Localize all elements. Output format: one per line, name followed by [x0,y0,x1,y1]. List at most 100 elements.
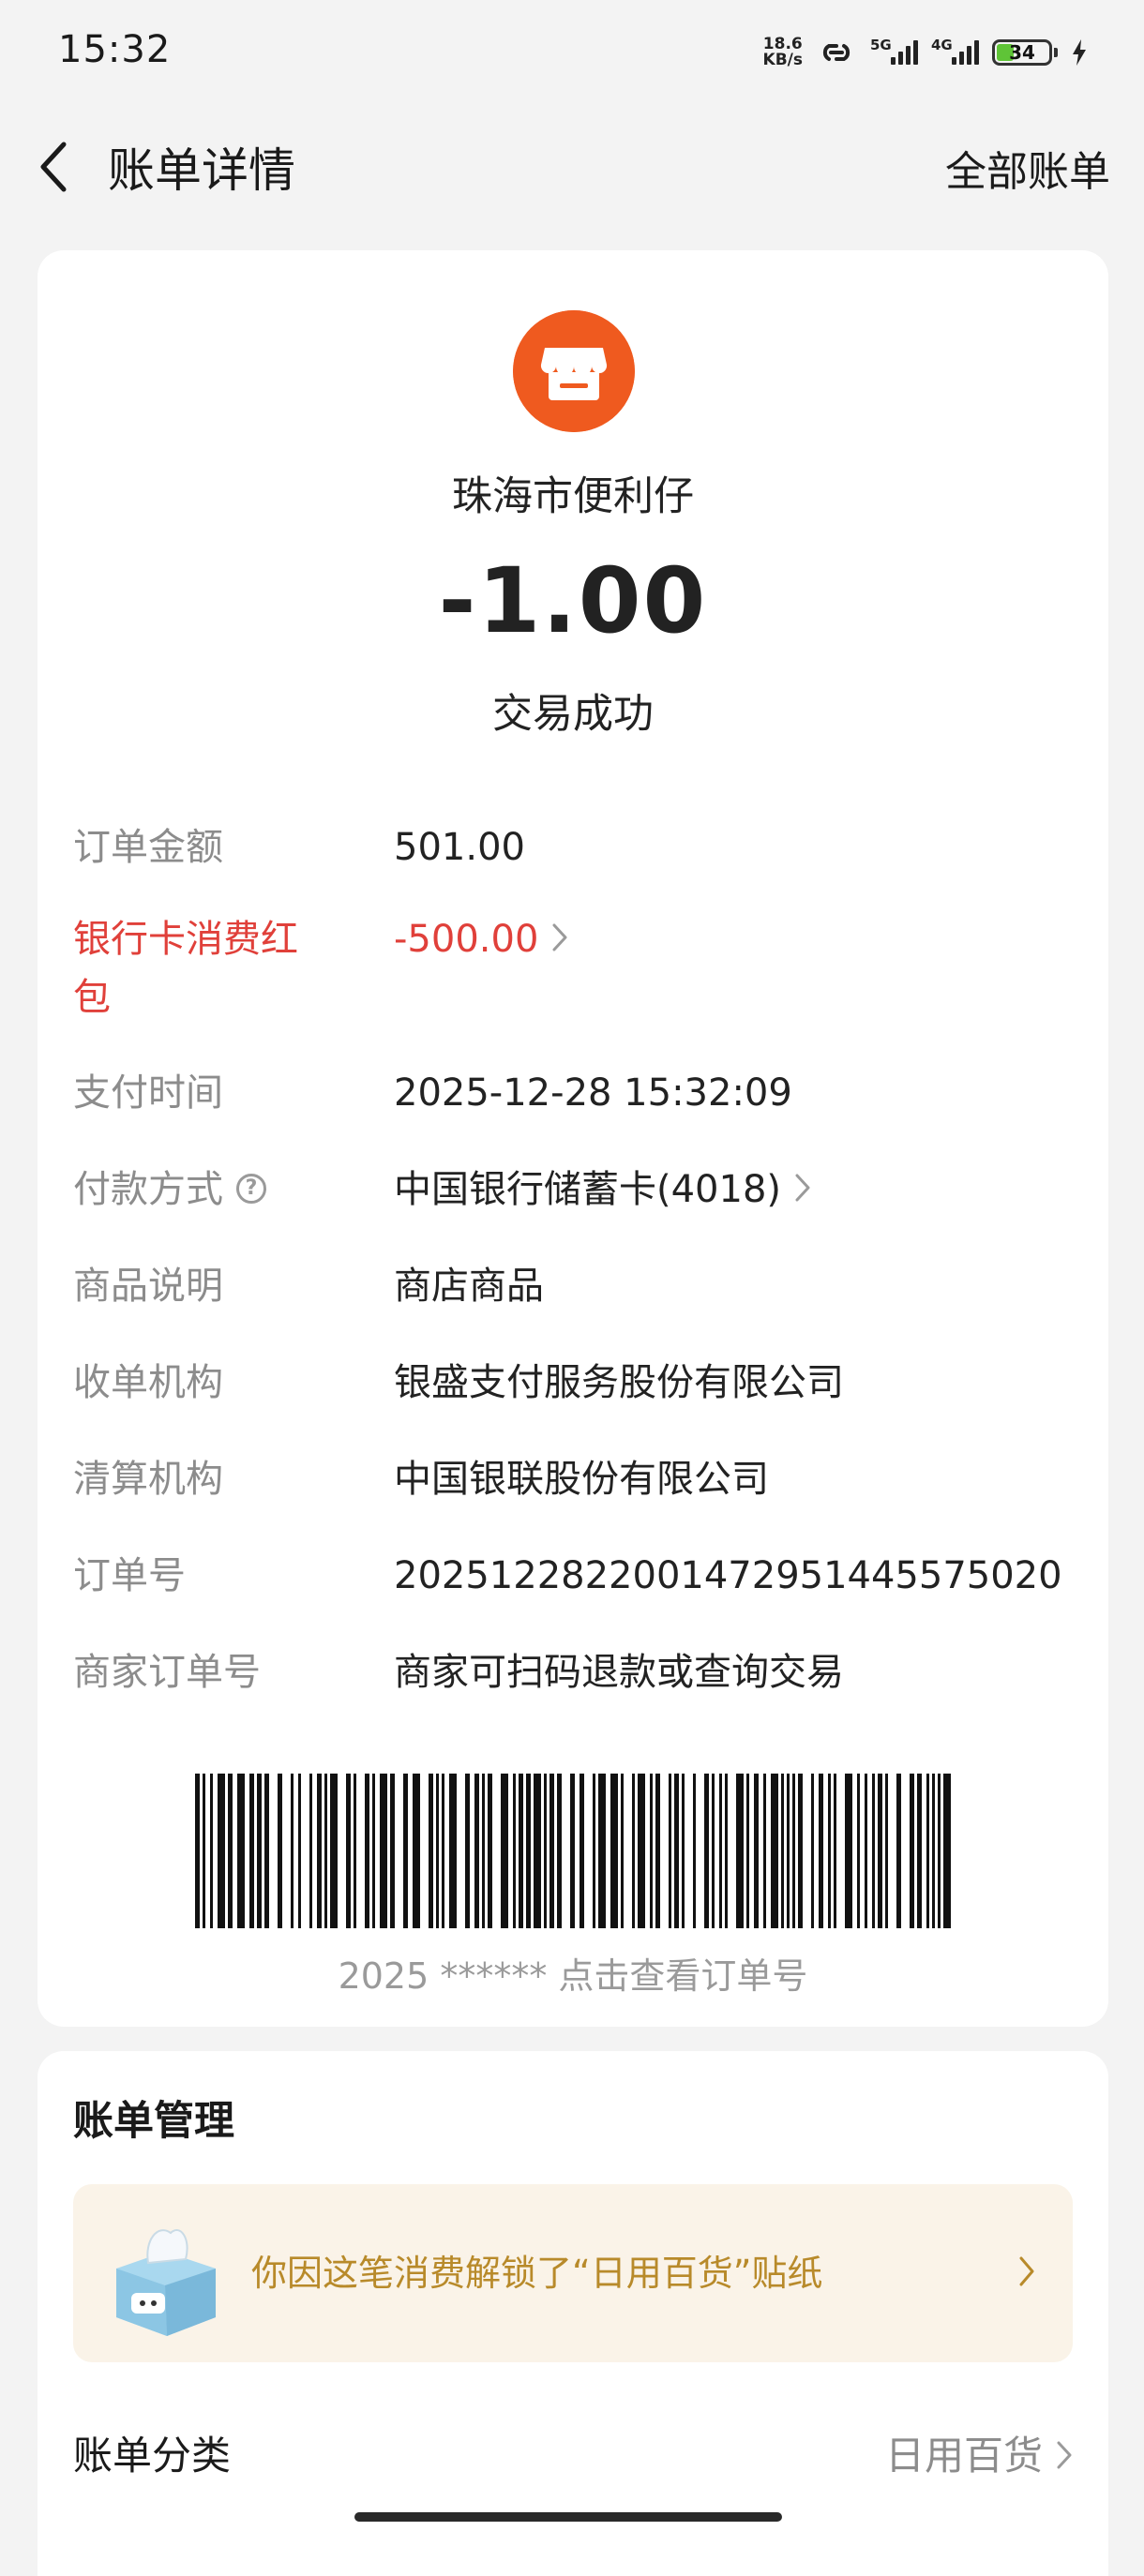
transaction-card: 珠海市便利仔 -1.00 交易成功 订单金额 501.00 银行卡消费红包 -5… [38,250,1108,2027]
barcode-bar [257,1774,262,1928]
detail-value: 2025-12-28 15:32:09 [394,1071,792,1115]
section-title: 账单管理 [73,2098,234,2145]
barcode-bar [704,1774,709,1928]
barcode-bar [638,1774,645,1928]
barcode-bar [580,1774,584,1928]
page-title: 账单详情 [108,143,295,198]
network-speed-unit: KB/s [762,51,803,69]
barcode-bar [669,1774,671,1928]
detail-value: 中国银联股份有限公司 [394,1458,769,1501]
bill-category-value[interactable]: 日用百货 [885,2424,1073,2481]
barcode-bar [834,1774,836,1928]
barcode-bar [570,1774,575,1928]
barcode-bar [787,1774,790,1928]
barcode-bar [380,1774,387,1928]
barcode-bar [754,1774,759,1928]
barcode-bar [346,1774,351,1928]
barcode-bar [291,1774,294,1928]
barcode-bar [781,1774,784,1928]
merchant-name: 珠海市便利仔 [452,473,694,520]
barcode-bar [403,1774,408,1928]
barcode-bar [798,1774,803,1928]
signal-5g-icon: 5G [870,37,918,65]
help-icon[interactable]: ? [236,1174,266,1204]
signal-4g-icon: 4G [931,37,979,65]
barcode-bar [719,1774,722,1928]
signal-4g-label: 4G [931,37,953,53]
detail-label: 清算机构 [73,1458,223,1501]
barcode-bar [655,1774,660,1928]
transaction-amount: -1.00 [438,548,708,653]
order-barcode[interactable] [195,1774,952,1928]
status-time: 15:32 [58,28,172,71]
detail-label: 商家订单号 [73,1651,261,1694]
barcode-bar [771,1774,778,1928]
detail-label: 收单机构 [73,1361,223,1404]
barcode-bar [298,1774,301,1928]
sticker-banner[interactable]: 你因这笔消费解锁了“日用百货”贴纸 [73,2184,1073,2362]
detail-label: 银行卡消费红包 [73,918,298,1019]
home-indicator[interactable] [354,2512,782,2522]
barcode-bar [878,1774,882,1928]
barcode-bar [442,1774,444,1928]
barcode-bar [203,1774,205,1928]
barcode-bar [896,1774,901,1928]
barcode-bar [228,1774,233,1928]
barcode-bar [872,1774,875,1928]
barcode-bar [549,1774,554,1928]
bill-category-label: 账单分类 [73,2433,232,2479]
detail-value: 中国银行储蓄卡(4018) [394,1168,782,1211]
barcode-bar [885,1774,888,1928]
barcode-bar [746,1774,749,1928]
signal-5g-label: 5G [870,37,892,53]
battery-icon: 34 [992,39,1058,66]
barcode-bar [632,1774,635,1928]
barcode-bar [943,1774,951,1928]
chevron-right-icon [1057,2441,1072,2468]
barcode-bar [449,1774,457,1928]
barcode-bar [544,1774,547,1928]
chevron-right-icon [795,1174,810,1202]
charging-icon [1073,39,1086,66]
barcode-bar [264,1774,269,1928]
barcode-bar [693,1774,696,1928]
detail-value-wrap[interactable]: -500.00 [394,910,568,968]
detail-value: 2025122822001472951445575020 [394,1554,1062,1597]
barcode-bar [390,1774,395,1928]
store-icon [513,310,635,432]
transaction-status: 交易成功 [492,691,654,738]
detail-value: 商家可扫码退款或查询交易 [394,1651,844,1694]
barcode-bar [819,1774,823,1928]
back-icon[interactable] [36,139,73,195]
barcode-bar [501,1774,508,1928]
detail-label: 订单号 [73,1554,186,1597]
detail-value: -500.00 [394,918,539,961]
barcode-bar [309,1774,312,1928]
barcode-bar [845,1774,852,1928]
barcode-bar [610,1774,618,1928]
detail-value-wrap[interactable]: 中国银行储蓄卡(4018) [394,1161,811,1219]
barcode-bar [365,1774,369,1928]
barcode-bar [372,1774,375,1928]
link-icon [822,44,850,61]
barcode-caption[interactable]: 2025 ****** 点击查看订单号 [38,1947,1108,1999]
barcode-bar [811,1774,814,1928]
barcode-bar [917,1774,922,1928]
network-speed: 18.6 KB/s [763,37,803,68]
barcode-bar [650,1774,653,1928]
barcode-bar [519,1774,523,1928]
barcode-bar [736,1774,744,1928]
chevron-right-icon [1019,2256,1034,2286]
sticker-text: 你因这笔消费解锁了“日用百货”贴纸 [251,2253,823,2294]
barcode-bar [436,1774,439,1928]
barcode-bar [513,1774,516,1928]
battery-level: 34 [1009,41,1035,64]
barcode-bar [195,1774,200,1928]
barcode-bar [926,1774,929,1928]
barcode-bar [474,1774,479,1928]
barcode-bar [482,1774,485,1928]
barcode-bar [534,1774,541,1928]
all-bills-link[interactable]: 全部账单 [945,138,1110,198]
barcode-bar [725,1774,728,1928]
detail-label-wrap: 付款方式? [73,1161,317,1219]
